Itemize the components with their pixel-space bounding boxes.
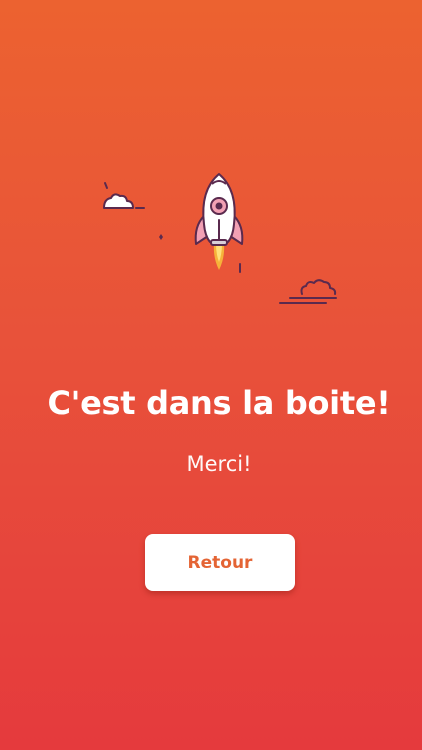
cloud-icon xyxy=(103,193,145,209)
cloud-icon xyxy=(279,279,337,304)
rocket-illustration xyxy=(103,173,337,304)
back-button[interactable]: Retour xyxy=(145,534,295,591)
sparkle-icon xyxy=(159,234,163,240)
rocket-icon xyxy=(194,173,244,270)
page-title: C'est dans la boite! xyxy=(47,384,391,422)
sparkle-icon xyxy=(104,182,108,189)
thank-you-message: Merci! xyxy=(186,452,252,476)
